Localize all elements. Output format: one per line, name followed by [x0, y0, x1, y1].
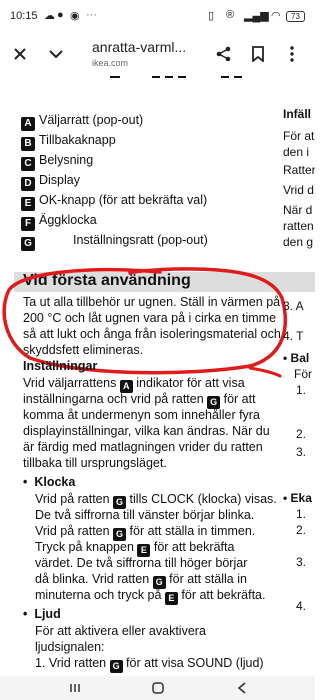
right-col-text: 3. — [296, 445, 307, 459]
sound-line: 1. Vrid ratten G för att visa SOUND (lju… — [35, 656, 264, 673]
right-col-text: 4. — [296, 599, 307, 613]
right-col-text: • Eka — [283, 491, 312, 505]
right-col-text: 4. T — [283, 329, 304, 343]
chat-icon: ● — [57, 9, 64, 21]
page-domain: ikea.com — [92, 58, 129, 68]
right-col-text: 1. — [296, 383, 307, 397]
share-icon[interactable] — [212, 42, 236, 66]
right-col-text: 2. — [296, 427, 307, 441]
system-nav-bar — [0, 676, 315, 700]
close-icon[interactable] — [8, 42, 32, 66]
right-col-text: 1. — [296, 507, 307, 521]
chevron-down-icon[interactable] — [44, 42, 68, 66]
cloud-icon: ☁ — [44, 10, 55, 22]
home-icon[interactable] — [148, 680, 168, 696]
sim-icon: ® — [226, 9, 235, 21]
right-col-text: Ratter — [283, 163, 315, 177]
document-viewport[interactable]: A Väljarratt (pop-out) B Tillbakaknapp C Be… — [0, 76, 315, 676]
settings-heading: Inställningar — [23, 359, 98, 373]
bookmark-icon[interactable] — [246, 42, 270, 66]
clock-heading: • Klocka — [23, 475, 76, 489]
vibrate-icon: ▯ — [208, 10, 215, 22]
more-notifications-icon: ··· — [86, 9, 97, 21]
sound-line: För att aktivera eller avaktivera — [35, 624, 206, 638]
status-time: 10:15 — [10, 10, 38, 22]
signal-icon: ▂▄▆ — [244, 10, 269, 22]
back-icon[interactable] — [232, 680, 252, 696]
right-col-text: 3. — [296, 555, 307, 569]
settings-line: komma åt undermenyn som innehåller fyra — [23, 408, 260, 422]
settings-line: är färdig med matlagningen vrider du rat… — [23, 440, 263, 454]
settings-line: tillbaka till ursprungsläget. — [23, 456, 167, 470]
right-col-text: För at — [283, 129, 315, 143]
whatsapp-icon: ◉ — [70, 10, 80, 22]
clock-line: värdet. De två siffrorna till höger börj… — [35, 556, 248, 570]
wifi-icon: ◠ — [271, 10, 281, 22]
right-col-text: den g — [283, 235, 314, 249]
right-col-text: • Bal — [283, 351, 310, 365]
right-col-text: ratten — [283, 219, 314, 233]
right-col-text: Vrid d — [283, 183, 314, 197]
right-col-text: 2. — [296, 523, 307, 537]
sound-line: ljudsignalen: — [35, 640, 105, 654]
status-bar: 10:15 ☁ ● ◉ ··· ▯ ® ▂▄▆ ◠ 73 — [0, 0, 315, 34]
custom-tab-toolbar: anratta-varml... ikea.com — [0, 34, 315, 76]
right-col-text: När d — [283, 203, 313, 217]
more-vert-icon[interactable] — [280, 42, 304, 66]
right-col-text: Infäll — [283, 107, 312, 121]
right-col-text: För — [294, 367, 312, 381]
clock-line: minuterna och tryck på E för att bekräft… — [35, 588, 266, 605]
settings-line: displayinställningar, vilka kan ändras. … — [23, 424, 270, 438]
right-col-text: 3. A — [283, 299, 304, 313]
sound-heading: • Ljud — [23, 607, 61, 621]
battery-icon: 73 — [286, 11, 305, 22]
recent-apps-icon[interactable] — [66, 680, 86, 696]
page-title[interactable]: anratta-varml... — [92, 39, 186, 55]
right-col-text: den i — [283, 145, 310, 159]
clock-line: De två siffrorna till vänster börjar bli… — [35, 508, 255, 522]
